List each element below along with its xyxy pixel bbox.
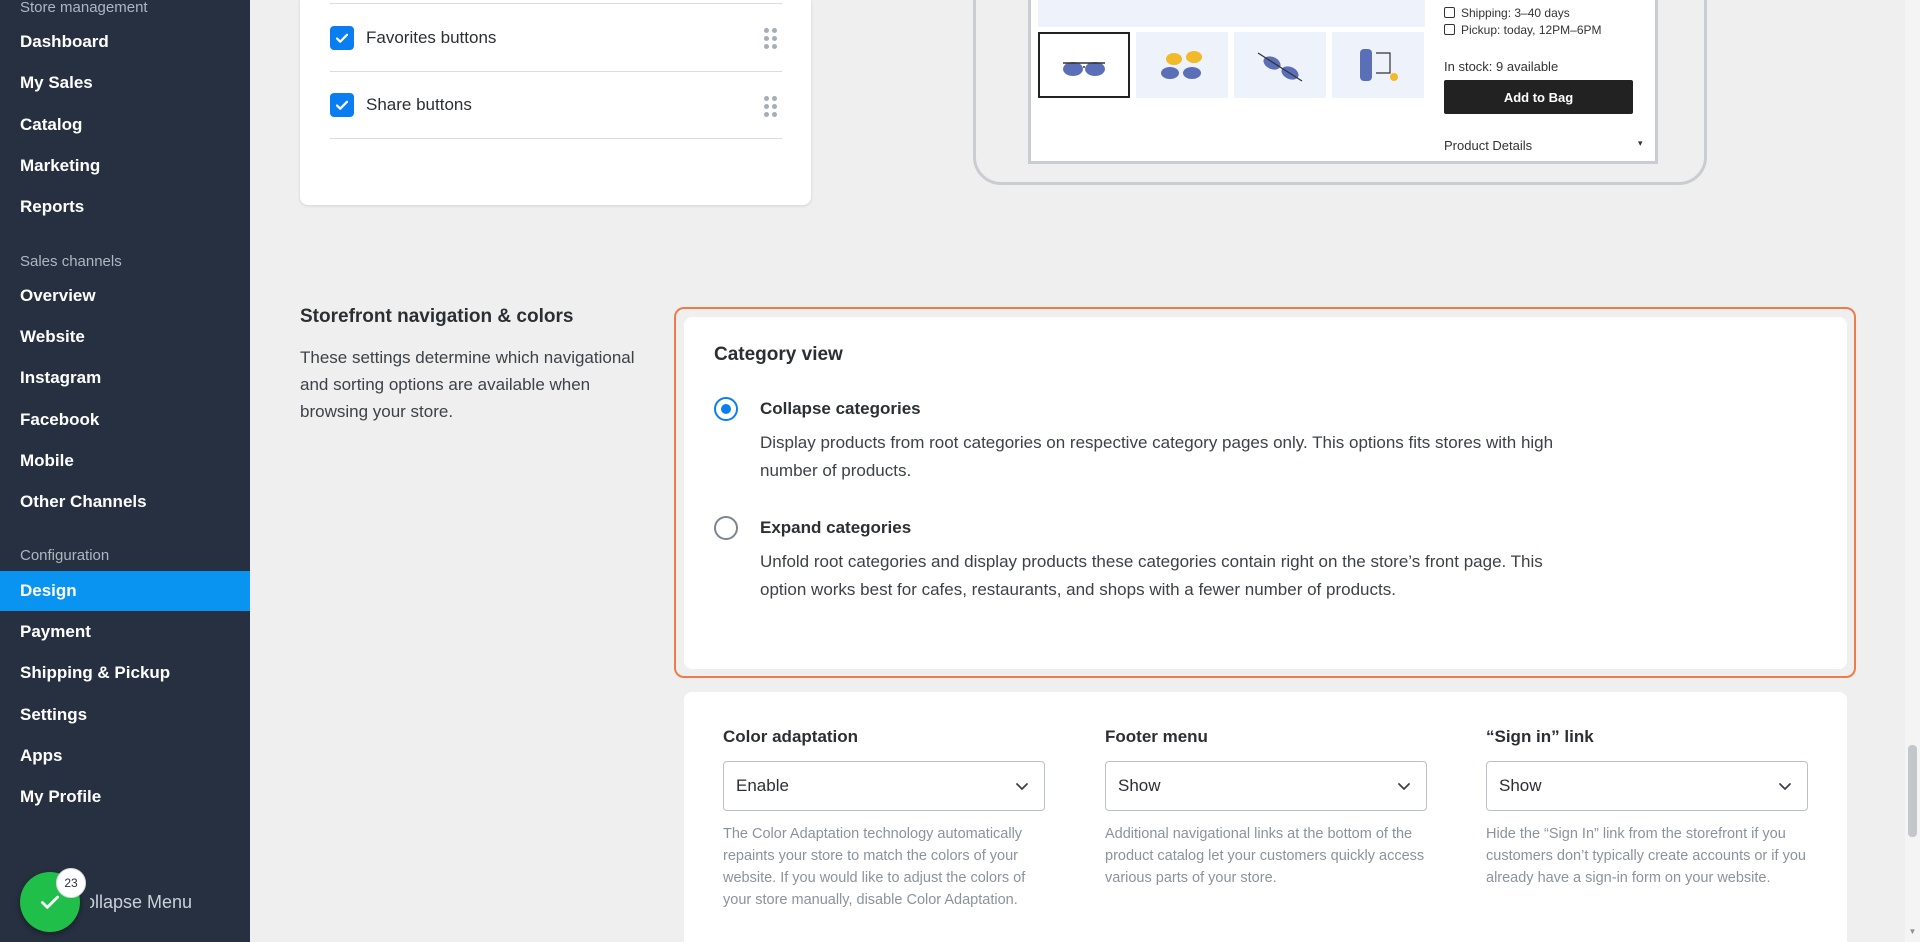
storefront-settings-card: Color adaptation Enable The Color Adapta… [684, 692, 1847, 942]
sidebar-section-config: Configuration [20, 547, 110, 564]
radio-selected-icon[interactable] [714, 397, 738, 421]
radio-unselected-icon[interactable] [714, 516, 738, 540]
sunglasses-icon [1360, 49, 1398, 81]
preview-thumbnail [1038, 32, 1130, 98]
select-value: Show [1499, 776, 1542, 795]
sidebar-item-payment[interactable]: Payment [0, 612, 250, 652]
sidebar-item-shipping-pickup[interactable]: Shipping & Pickup [0, 653, 250, 693]
sidebar-item-catalog[interactable]: Catalog [0, 105, 250, 145]
sunglasses-icon [1063, 62, 1105, 76]
drag-handle-icon[interactable] [764, 96, 778, 118]
sidebar-item-overview[interactable]: Overview [0, 276, 250, 316]
scrollbar-thumb[interactable] [1908, 745, 1917, 837]
sidebar: Store management Dashboard My Sales Cata… [0, 0, 250, 942]
sidebar-item-website[interactable]: Website [0, 317, 250, 357]
sidebar-item-my-profile[interactable]: My Profile [0, 777, 250, 817]
footer-menu-field: Footer menu Show Additional navigational… [1105, 727, 1427, 889]
field-label: Footer menu [1105, 727, 1208, 746]
sidebar-item-mobile[interactable]: Mobile [0, 441, 250, 481]
sidebar-section-sales: Sales channels [20, 253, 122, 270]
checkbox-checked-icon[interactable] [330, 93, 354, 117]
preview-pickup: Pickup: today, 12PM–6PM [1461, 22, 1602, 37]
color-adaptation-select[interactable]: Enable [723, 761, 1045, 811]
section-description: These settings determine which navigatio… [300, 348, 635, 421]
preview-thumbnail [1234, 32, 1326, 98]
chevron-down-icon [1779, 783, 1791, 790]
sidebar-section-store: Store management [20, 0, 148, 16]
sidebar-item-instagram[interactable]: Instagram [0, 358, 250, 398]
product-options-card: Favorites buttons Share buttons [300, 0, 811, 205]
sidebar-item-other-channels[interactable]: Other Channels [0, 482, 250, 522]
chevron-down-icon [1016, 783, 1028, 790]
preview-shipping: Shipping: 3–40 days [1461, 5, 1570, 20]
sidebar-item-dashboard[interactable]: Dashboard [0, 22, 250, 62]
category-view-title: Category view [714, 344, 843, 365]
preview-main-image [1038, 0, 1425, 27]
sidebar-item-marketing[interactable]: Marketing [0, 146, 250, 186]
preview-screen: Shipping: 3–40 days Pickup: today, 12PM–… [1028, 0, 1658, 164]
option-row-favorites[interactable]: Favorites buttons [330, 3, 782, 71]
truck-icon [1444, 7, 1455, 18]
preview-thumbnail [1332, 32, 1424, 98]
section-title: Storefront navigation & colors [300, 306, 574, 327]
select-value: Enable [736, 776, 789, 795]
color-adaptation-field: Color adaptation Enable The Color Adapta… [723, 727, 1045, 911]
bag-icon [1444, 24, 1455, 35]
preview-stock: In stock: 9 available [1444, 59, 1559, 74]
preview-delivery-info: Shipping: 3–40 days Pickup: today, 12PM–… [1444, 4, 1602, 38]
sunglasses-icon [1257, 52, 1303, 82]
chevron-down-icon: ▾ [1638, 138, 1643, 148]
select-value: Show [1118, 776, 1161, 795]
sign-in-link-field: “Sign in” link Show Hide the “Sign In” l… [1486, 727, 1808, 889]
sidebar-item-settings[interactable]: Settings [0, 695, 250, 735]
page-scrollbar[interactable]: ▼ [1905, 0, 1920, 942]
option-label[interactable]: Expand categories [760, 518, 911, 538]
option-label: Share buttons [366, 95, 472, 114]
sidebar-item-design[interactable]: Design [0, 571, 250, 611]
sidebar-item-reports[interactable]: Reports [0, 187, 250, 227]
field-label: “Sign in” link [1486, 727, 1594, 746]
field-help: The Color Adaptation technology automati… [723, 826, 1026, 908]
option-description: Unfold root categories and display produ… [760, 552, 1543, 599]
collapse-menu-label[interactable]: Collapse Menu [90, 892, 192, 913]
status-check-button[interactable]: 23 [20, 868, 86, 932]
collapse-menu[interactable]: 23 Collapse Menu [20, 868, 192, 932]
option-label[interactable]: Collapse categories [760, 399, 921, 419]
preview-thumbnail [1136, 32, 1228, 98]
preview-product-details: Product Details [1444, 138, 1533, 153]
option-row-share[interactable]: Share buttons [330, 71, 782, 139]
checkbox-checked-icon[interactable] [330, 25, 354, 50]
drag-handle-icon[interactable] [764, 28, 778, 50]
option-label: Favorites buttons [366, 27, 497, 47]
chevron-down-icon [1398, 783, 1410, 790]
field-label: Color adaptation [723, 727, 859, 746]
field-help: Additional navigational links at the bot… [1105, 826, 1425, 886]
sign-in-link-select[interactable]: Show [1486, 761, 1808, 811]
option-description: Display products from root categories on… [760, 433, 1554, 480]
product-page-preview: Shipping: 3–40 days Pickup: today, 12PM–… [973, 0, 1707, 185]
category-view-card: Category view Collapse categories Displa… [684, 317, 1847, 669]
sidebar-item-facebook[interactable]: Facebook [0, 400, 250, 440]
sunglasses-icon [1161, 51, 1202, 79]
preview-add-to-bag-button: Add to Bag [1444, 80, 1633, 114]
footer-menu-select[interactable]: Show [1105, 761, 1427, 811]
notification-badge: 23 [56, 868, 86, 898]
sidebar-item-apps[interactable]: Apps [0, 736, 250, 776]
scroll-down-icon[interactable]: ▼ [1908, 927, 1917, 936]
sidebar-item-my-sales[interactable]: My Sales [0, 63, 250, 103]
field-help: Hide the “Sign In” link from the storefr… [1486, 826, 1806, 886]
